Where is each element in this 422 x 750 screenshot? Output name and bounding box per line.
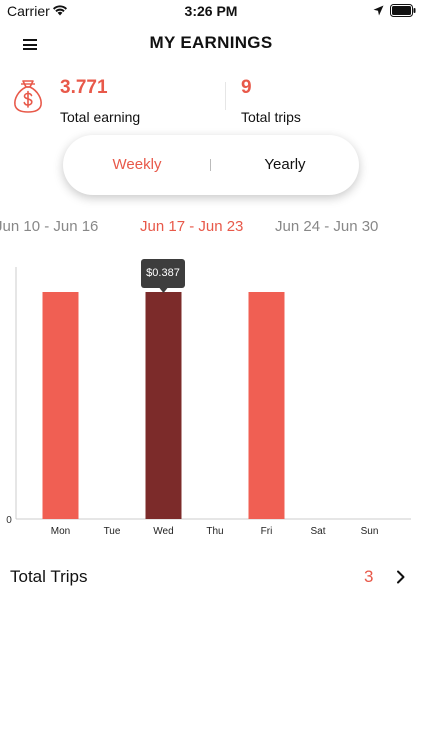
page-title: MY EARNINGS [149,33,273,52]
money-bag-icon [14,80,42,113]
location-icon [373,5,384,16]
total-trips-value: 9 [241,77,252,98]
bar-wed[interactable] [145,292,182,519]
x-tick-label-sat: Sat [310,526,325,537]
total-trips-row-count: 3 [364,567,374,586]
tab-yearly[interactable]: Yearly [211,156,359,173]
total-trips-row-label: Total Trips [10,567,88,586]
chart-tooltip: $0.387 [141,259,185,288]
chevron-right-icon[interactable] [396,570,406,584]
x-tick-label-thu: Thu [206,526,223,537]
week-item-next[interactable]: Jun 24 - Jun 30 [275,218,378,235]
x-tick-label-tue: Tue [104,526,121,537]
x-tick-label-wed: Wed [153,526,173,537]
bar-mon[interactable] [42,292,79,519]
summary-divider [225,82,226,110]
week-item-current[interactable]: Jun 17 - Jun 23 [140,218,243,235]
week-item-previous[interactable]: Jun 10 - Jun 16 [0,218,98,235]
total-earning-value: 3.771 [60,77,108,98]
y-tick-label: 0 [6,515,12,526]
x-tick-label-mon: Mon [51,526,70,537]
status-time: 3:26 PM [184,3,238,19]
total-earning-label: Total earning [60,109,141,125]
earnings-bar-chart: 0 Mon Tue Wed Thu Fri Sat Sun [6,267,411,537]
tab-weekly[interactable]: Weekly [63,156,211,173]
x-tick-label-fri: Fri [261,526,273,537]
total-trips-row[interactable]: Total Trips 3 [0,556,422,598]
battery-icon [390,4,416,17]
total-trips-label: Total trips [241,109,301,125]
week-selector: Jun 10 - Jun 16 Jun 17 - Jun 23 Jun 24 -… [0,216,422,238]
period-toggle: Weekly Yearly [63,135,359,195]
status-bar: Carrier 3:26 PM [0,0,422,22]
x-tick-label-sun: Sun [361,526,379,537]
bar-fri[interactable] [248,292,285,519]
